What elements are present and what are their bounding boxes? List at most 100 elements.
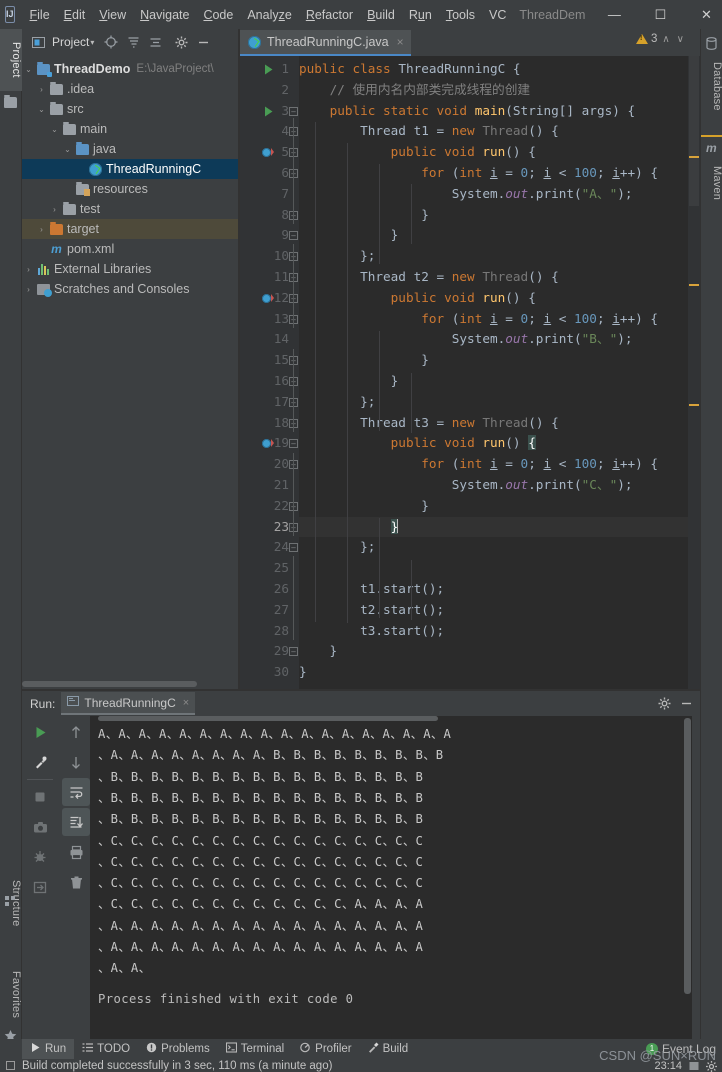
print-icon[interactable]: [62, 838, 90, 866]
settings-gear-icon[interactable]: [171, 32, 191, 52]
menu-item-file[interactable]: File: [23, 5, 57, 25]
event-log-label[interactable]: Event Log: [662, 1042, 716, 1056]
tree-toggle-arrow[interactable]: ⌄: [22, 65, 35, 74]
hide-panel-icon[interactable]: [676, 694, 696, 714]
gutter-fold-minus-icon[interactable]: –: [289, 106, 298, 116]
hide-panel-icon[interactable]: [193, 32, 213, 52]
menu-item-refactor[interactable]: Refactor: [299, 5, 360, 25]
menu-item-view[interactable]: View: [92, 5, 133, 25]
sidebar-tab-project[interactable]: Project: [0, 29, 22, 91]
code-text-area[interactable]: public class ThreadRunningC { // 使用内名内部类…: [299, 56, 688, 689]
run-tab-threadrunningc[interactable]: ThreadRunningC ×: [61, 692, 196, 715]
tool-bar-terminal[interactable]: Terminal: [218, 1039, 292, 1059]
stripe-viewport-thumb[interactable]: [689, 56, 699, 206]
stripe-warning-mark[interactable]: [689, 156, 699, 158]
console-hscrollbar[interactable]: [90, 716, 692, 721]
maven-indicator: [701, 135, 722, 137]
tool-bar-build[interactable]: Build: [360, 1039, 417, 1059]
tool-bar-run[interactable]: Run: [22, 1039, 75, 1059]
expand-all-icon[interactable]: [145, 32, 165, 52]
tree-toggle-arrow[interactable]: ›: [35, 85, 48, 94]
tree-toggle-arrow[interactable]: ›: [48, 205, 61, 214]
code-editor[interactable]: 123–4–5–6–78–9–10–11–12–13–1415–16–17–18…: [240, 56, 700, 689]
tool-bar-todo[interactable]: TODO: [74, 1039, 138, 1059]
tree-node-pom-xml[interactable]: m pom.xml: [22, 239, 238, 259]
dump-threads-icon[interactable]: [26, 843, 54, 871]
tree-node-test[interactable]: › test: [22, 199, 238, 219]
soft-wrap-icon[interactable]: [62, 778, 90, 806]
menu-item-code[interactable]: Code: [196, 5, 240, 25]
sidebar-tab-database[interactable]: Database: [701, 53, 722, 119]
tree-toggle-arrow[interactable]: ⌄: [35, 105, 48, 114]
menu-item-build[interactable]: Build: [360, 5, 402, 25]
console-vscrollbar[interactable]: [684, 718, 691, 1018]
collapse-all-icon[interactable]: [123, 32, 143, 52]
tree-node-target[interactable]: › target: [22, 219, 238, 239]
gutter-breakpoint-icon[interactable]: [262, 293, 271, 303]
settings-gear-icon[interactable]: [706, 1060, 717, 1072]
sidebar-tab-maven[interactable]: Maven: [701, 157, 722, 209]
scroll-up-icon[interactable]: [62, 718, 90, 746]
screenshot-icon[interactable]: [26, 813, 54, 841]
menu-item-vc[interactable]: VC: [482, 5, 513, 25]
error-stripe[interactable]: [688, 56, 700, 689]
chevron-down-icon[interactable]: ▾: [90, 38, 94, 47]
menu-item-edit[interactable]: Edit: [57, 5, 93, 25]
locate-icon[interactable]: [101, 32, 121, 52]
tree-node-src[interactable]: ⌄ src: [22, 99, 238, 119]
inspection-widget[interactable]: 3 ∧ ∨: [635, 33, 686, 45]
tree-node--idea[interactable]: › .idea: [22, 79, 238, 99]
export-icon[interactable]: [26, 873, 54, 901]
tree-node-threaddemo[interactable]: ⌄ ThreadDemo E:\JavaProject\: [22, 59, 238, 79]
scroll-to-end-icon[interactable]: [62, 808, 90, 836]
rerun-failed-icon[interactable]: [26, 748, 54, 776]
gutter-fold-end-icon[interactable]: –: [289, 647, 298, 657]
tree-toggle-arrow[interactable]: ›: [22, 265, 35, 274]
editor-gutter[interactable]: 123–4–5–6–78–9–10–11–12–13–1415–16–17–18…: [240, 56, 299, 689]
close-icon[interactable]: ✕: [683, 0, 722, 29]
project-tree[interactable]: ⌄ ThreadDemo E:\JavaProject\ › .idea ⌄ src ⌄ mai…: [22, 55, 238, 689]
minimize-icon[interactable]: —: [591, 0, 637, 29]
maximize-icon[interactable]: ☐: [637, 0, 683, 29]
gutter-run-icon[interactable]: [264, 64, 273, 77]
event-log-group[interactable]: 1 Event Log: [645, 1042, 722, 1056]
tree-node-java[interactable]: ⌄ java: [22, 139, 238, 159]
gutter-fold-end-icon[interactable]: –: [289, 543, 298, 553]
tree-node-threadrunningc[interactable]: ThreadRunningC: [22, 159, 238, 179]
tree-toggle-arrow[interactable]: ›: [22, 285, 35, 294]
tree-node-scratches-and-consoles[interactable]: › Scratches and Consoles: [22, 279, 238, 299]
console-output[interactable]: A、A、A、A、A、A、A、A、A、A、A、A、A、A、A、A、A、A 、A、A、…: [90, 716, 692, 1039]
project-tree-hscrollbar[interactable]: [22, 681, 238, 687]
gutter-line-number: 25: [273, 560, 289, 576]
memory-indicator-icon[interactable]: [689, 1061, 699, 1071]
clear-all-icon[interactable]: [62, 868, 90, 896]
scroll-down-icon[interactable]: [62, 748, 90, 776]
tool-bar-profiler[interactable]: Profiler: [292, 1039, 359, 1059]
editor-tab-close-icon[interactable]: ×: [397, 35, 404, 49]
tool-bar-problems[interactable]: Problems: [138, 1039, 218, 1059]
prev-problem-icon[interactable]: ∧: [660, 34, 671, 45]
menu-item-tools[interactable]: Tools: [439, 5, 482, 25]
stripe-warning-mark[interactable]: [689, 404, 699, 406]
menu-item-analyze[interactable]: Analyze: [240, 5, 298, 25]
gutter-fold-end-icon[interactable]: –: [289, 439, 298, 449]
gutter-fold-minus-icon[interactable]: –: [289, 231, 298, 241]
run-tab-close-icon[interactable]: ×: [183, 697, 189, 709]
tree-node-external-libraries[interactable]: › External Libraries: [22, 259, 238, 279]
tree-node-main[interactable]: ⌄ main: [22, 119, 238, 139]
settings-gear-icon[interactable]: [654, 694, 674, 714]
menu-item-run[interactable]: Run: [402, 5, 439, 25]
gutter-run-icon[interactable]: [264, 106, 273, 119]
tree-node-resources[interactable]: resources: [22, 179, 238, 199]
stripe-warning-mark[interactable]: [689, 284, 699, 286]
next-problem-icon[interactable]: ∨: [675, 34, 686, 45]
tree-toggle-arrow[interactable]: ⌄: [61, 145, 74, 154]
editor-tab-threadrunningc[interactable]: ThreadRunningC.java ×: [240, 30, 411, 56]
tree-toggle-arrow[interactable]: ⌄: [48, 125, 61, 134]
sidebar-tab-favorites[interactable]: Favorites: [0, 959, 22, 1031]
rerun-icon[interactable]: [26, 718, 54, 746]
stop-icon[interactable]: [26, 783, 54, 811]
tree-toggle-arrow[interactable]: ›: [35, 225, 48, 234]
menu-item-navigate[interactable]: Navigate: [133, 5, 196, 25]
warning-count: 3: [650, 33, 658, 45]
